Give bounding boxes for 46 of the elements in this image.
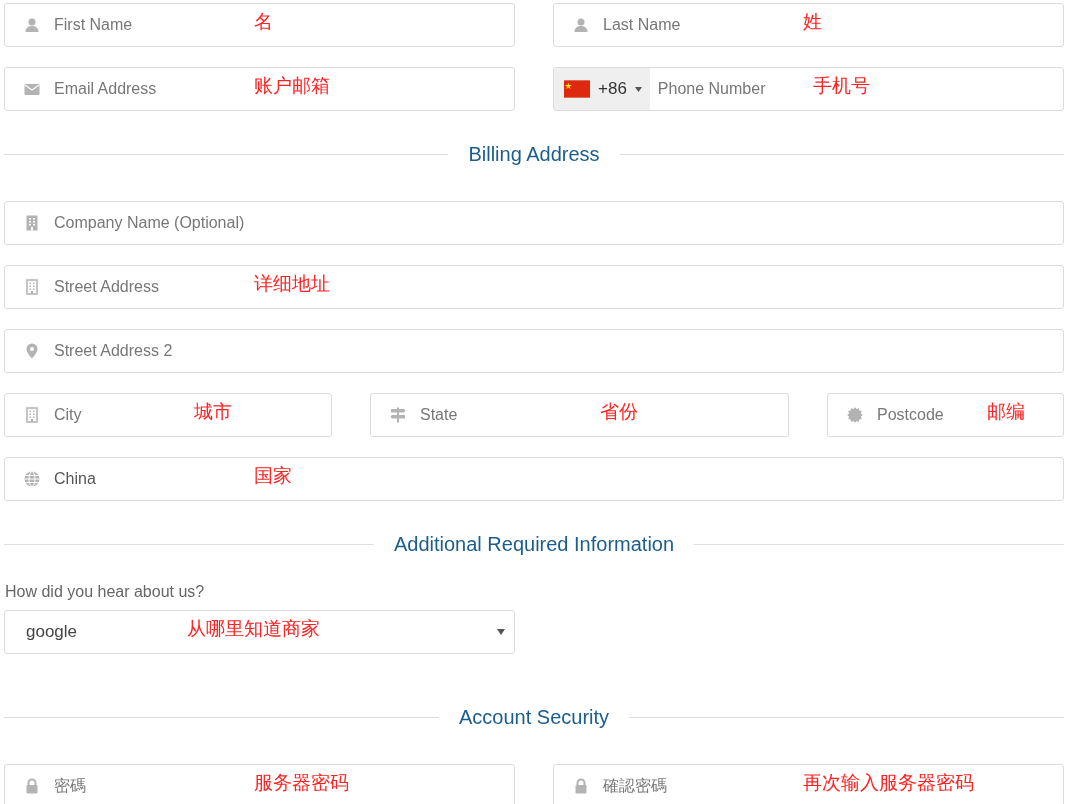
input-field[interactable]: Street Address 详细地址 <box>4 265 1064 309</box>
input-field[interactable]: State 省份 <box>370 393 789 437</box>
input-field[interactable]: First Name 名 <box>4 3 515 47</box>
badge-icon <box>847 407 863 423</box>
input-field[interactable]: Last Name 姓 <box>553 3 1064 47</box>
country-dropdown[interactable]: China 国家 <box>4 457 1064 501</box>
annotation-text: 服务器密码 <box>254 770 349 795</box>
annotation-text: 账户邮箱 <box>254 73 330 98</box>
caret-icon <box>634 86 642 92</box>
password-field[interactable]: 確認密碼 再次输入服务器密码 <box>553 764 1064 804</box>
section-heading: Billing Address <box>468 143 600 166</box>
input-field[interactable]: Email Address 账户邮箱 <box>4 67 515 111</box>
annotation-text: 从哪里知道商家 <box>187 616 321 641</box>
annotation-text: 邮编 <box>987 399 1025 424</box>
section-heading: Additional Required Information <box>393 533 675 556</box>
input-field[interactable]: Postcode 邮编 <box>827 393 1064 437</box>
lock-icon <box>573 778 589 794</box>
building-icon <box>24 215 40 231</box>
caret-icon <box>497 629 505 635</box>
password-field[interactable]: 密碼 服务器密码 <box>4 764 515 804</box>
country-code-dropdown[interactable]: +86 <box>554 68 650 110</box>
input-field[interactable]: Company Name (Optional) <box>4 201 1064 245</box>
annotation-text: 再次输入服务器密码 <box>803 770 974 795</box>
signpost-icon <box>390 407 406 423</box>
lock-icon <box>24 778 40 794</box>
section-heading: Account Security <box>458 706 610 729</box>
input-field[interactable]: City 城市 <box>4 393 332 437</box>
annotation-text: 详细地址 <box>254 271 330 296</box>
envelope-icon <box>24 81 40 97</box>
user-icon <box>24 17 40 33</box>
user-icon <box>573 17 589 33</box>
annotation-text: 国家 <box>254 463 292 488</box>
annotation-text: 名 <box>254 9 273 34</box>
field-label: How did you hear about us? <box>5 583 206 601</box>
annotation-text: 姓 <box>803 9 822 34</box>
input-field[interactable]: Street Address 2 <box>4 329 1064 373</box>
globe-icon <box>24 471 40 487</box>
dropdown[interactable]: google 从哪里知道商家 <box>4 610 515 654</box>
phone-field[interactable]: +86 Phone Number 手机号 <box>553 67 1064 111</box>
building-icon <box>24 279 40 295</box>
annotation-text: 城市 <box>194 399 232 424</box>
map-pin-icon <box>24 343 40 359</box>
building-icon <box>24 407 40 423</box>
china-flag-icon <box>564 80 590 98</box>
annotation-text: 省份 <box>600 399 638 424</box>
annotation-text: 手机号 <box>812 73 870 98</box>
